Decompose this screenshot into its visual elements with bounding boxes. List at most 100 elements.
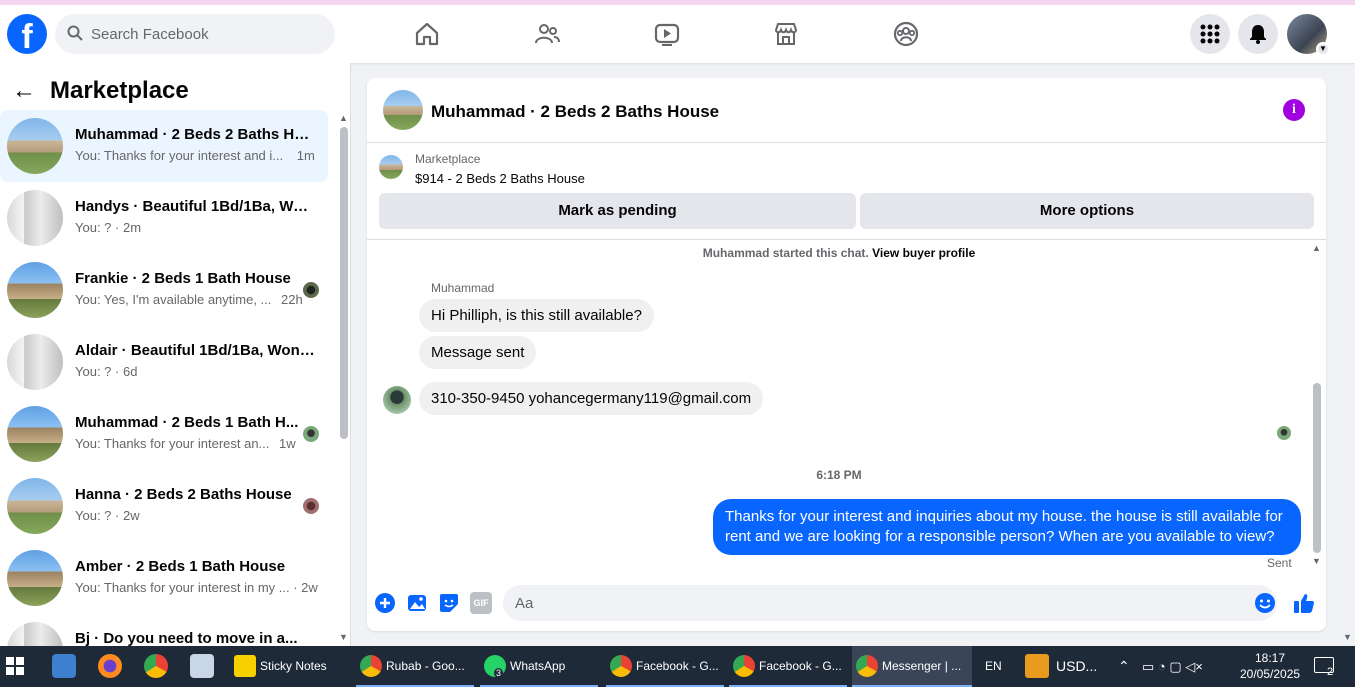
chrome-icon	[856, 655, 878, 677]
conversation-preview: You: Thanks for your interest an... 1w	[75, 436, 296, 451]
paint-icon[interactable]	[190, 654, 214, 678]
tray-chevron-up-icon[interactable]: ⌃	[1118, 646, 1130, 687]
view-buyer-profile-link[interactable]: View buyer profile	[872, 246, 975, 260]
emoji-icon[interactable]	[1254, 592, 1276, 614]
listing-thumbnail	[7, 190, 63, 246]
notifications-button[interactable]	[1238, 14, 1278, 54]
windows-taskbar: Sticky Notes Rubab - Goo... WhatsApp 3 Fa…	[0, 646, 1355, 687]
photo-icon[interactable]	[406, 592, 428, 614]
thumbs-up-icon[interactable]	[1293, 592, 1315, 614]
incoming-message[interactable]: Message sent	[419, 336, 537, 369]
back-arrow-icon[interactable]: ←	[12, 79, 36, 103]
notification-count: 2	[1327, 666, 1334, 678]
conversation-preview: You: ? · 2w	[75, 508, 140, 523]
firefox-icon[interactable]	[98, 654, 122, 678]
chat-started-notice: Muhammad started this chat. View buyer p…	[702, 246, 976, 260]
listing-thumbnail	[7, 118, 63, 174]
conversation-item[interactable]: Handys · Beautiful 1Bd/1Ba, Won... You: …	[0, 182, 328, 254]
taskbar-app-facebook-1[interactable]: Facebook - G...	[606, 646, 724, 687]
currency-widget-icon[interactable]	[1025, 654, 1049, 678]
chrome-icon[interactable]	[144, 654, 168, 678]
chevron-down-icon: ▼	[1316, 42, 1330, 56]
message-input[interactable]	[503, 585, 1277, 621]
taskbar-app-facebook-2[interactable]: Facebook - G...	[729, 646, 847, 687]
seen-avatar	[303, 282, 319, 298]
friends-icon[interactable]	[534, 21, 560, 47]
marketplace-label: Marketplace	[415, 152, 481, 166]
conversation-preview: You: Thanks for your interest and i... 1…	[75, 148, 315, 163]
page-scroll-down-arrow[interactable]: ▼	[1343, 632, 1352, 642]
chat-listing-thumbnail[interactable]	[383, 90, 423, 130]
scroll-down-arrow[interactable]: ▼	[339, 632, 348, 642]
listing-thumbnail	[7, 262, 63, 318]
search-box[interactable]	[55, 14, 335, 54]
conversation-item[interactable]: Hanna · 2 Beds 2 Baths House You: ? · 2w	[0, 470, 328, 542]
marketplace-icon[interactable]	[773, 21, 799, 47]
facebook-logo[interactable]: f	[7, 14, 47, 54]
taskbar-app-whatsapp[interactable]: WhatsApp 3	[480, 646, 598, 687]
conversation-title: Handys · Beautiful 1Bd/1Ba, Won...	[75, 198, 315, 215]
incoming-message[interactable]: Hi Philliph, is this still available?	[419, 299, 654, 332]
taskbar-app-sticky-notes[interactable]: Sticky Notes	[230, 646, 327, 687]
profile-avatar[interactable]: ▼	[1287, 14, 1330, 56]
gif-icon[interactable]: GIF	[470, 592, 492, 614]
sidebar-header: ← Marketplace	[12, 76, 189, 106]
windows-start-icon[interactable]	[6, 657, 24, 675]
outgoing-message[interactable]: Thanks for your interest and inquiries a…	[713, 499, 1301, 555]
message-composer: GIF	[367, 580, 1326, 631]
incoming-message[interactable]: 310-350-9450 yohancegermany119@gmail.com	[419, 382, 764, 415]
currency-widget[interactable]: USD...	[1056, 646, 1097, 687]
seen-avatar	[303, 426, 319, 442]
chat-title[interactable]: Muhammad · 2 Beds 2 Baths House	[431, 102, 719, 122]
sent-status: Sent	[1267, 556, 1292, 570]
listing-thumbnail	[7, 478, 63, 534]
whatsapp-badge: 3	[494, 668, 504, 678]
scroll-up-arrow[interactable]: ▲	[1312, 243, 1321, 253]
conversation-title: Muhammad · 2 Beds 2 Baths Ho...	[75, 126, 315, 143]
seen-avatar	[303, 498, 319, 514]
conversation-item[interactable]: Frankie · 2 Beds 1 Bath House You: Yes, …	[0, 254, 328, 326]
taskbar-app-chrome-rubab[interactable]: Rubab - Goo...	[356, 646, 474, 687]
menu-grid-icon	[1200, 24, 1220, 44]
groups-icon[interactable]	[893, 21, 919, 47]
conversation-item[interactable]: Aldair · Beautiful 1Bd/1Ba, Wond... You:…	[0, 326, 328, 398]
conversation-title: Aldair · Beautiful 1Bd/1Ba, Wond...	[75, 342, 315, 359]
scroll-down-arrow[interactable]: ▼	[1312, 556, 1321, 566]
conversation-title: Amber · 2 Beds 1 Bath House	[75, 558, 286, 575]
conversation-title: Muhammad · 2 Beds 1 Bath H...	[75, 414, 299, 431]
sticky-notes-icon	[234, 655, 256, 677]
marketplace-sidebar: ← Marketplace Muhammad · 2 Beds 2 Baths …	[0, 63, 351, 646]
chat-scrollbar[interactable]	[1313, 383, 1321, 553]
conversation-item[interactable]: Bj · Do you need to move in a...	[0, 614, 328, 646]
more-options-button[interactable]: More options	[860, 193, 1314, 229]
language-indicator[interactable]: EN	[985, 646, 1002, 687]
mark-as-pending-button[interactable]: Mark as pending	[379, 193, 856, 229]
chat-panel: Muhammad · 2 Beds 2 Baths House i Market…	[367, 78, 1326, 631]
sidebar-scrollbar[interactable]	[340, 127, 348, 439]
conversation-title: Frankie · 2 Beds 1 Bath House	[75, 270, 291, 287]
search-input[interactable]	[91, 14, 321, 54]
search-icon	[67, 25, 83, 41]
home-icon[interactable]	[414, 21, 440, 47]
listing-thumbnail	[7, 550, 63, 606]
listing-price-title[interactable]: $914 - 2 Beds 2 Baths House	[415, 171, 585, 186]
plus-icon[interactable]	[374, 592, 396, 614]
listing-thumbnail	[7, 334, 63, 390]
conversation-item[interactable]: Amber · 2 Beds 1 Bath House You: Thanks …	[0, 542, 328, 614]
conversation-item[interactable]: Muhammad · 2 Beds 2 Baths Ho... You: Tha…	[0, 110, 328, 182]
conversation-preview: You: Thanks for your interest in my ... …	[75, 580, 318, 595]
sticker-icon[interactable]	[438, 592, 460, 614]
chrome-icon	[733, 655, 755, 677]
clock[interactable]: 18:17 20/05/2025	[1240, 650, 1300, 682]
scroll-up-arrow[interactable]: ▲	[339, 113, 348, 123]
menu-grid-button[interactable]	[1190, 14, 1230, 54]
info-icon[interactable]: i	[1283, 99, 1305, 121]
video-icon[interactable]	[654, 21, 680, 47]
file-explorer-icon[interactable]	[52, 654, 76, 678]
top-navigation-bar: f ▼	[0, 0, 1355, 63]
message-timestamp: 6:18 PM	[816, 468, 862, 482]
conversation-item[interactable]: Muhammad · 2 Beds 1 Bath H... You: Thank…	[0, 398, 328, 470]
tray-status-icons[interactable]: ▭ ◔ ▢ ◁×	[1142, 646, 1203, 687]
buyer-avatar[interactable]	[383, 386, 411, 414]
taskbar-app-messenger[interactable]: Messenger | ...	[852, 646, 972, 687]
